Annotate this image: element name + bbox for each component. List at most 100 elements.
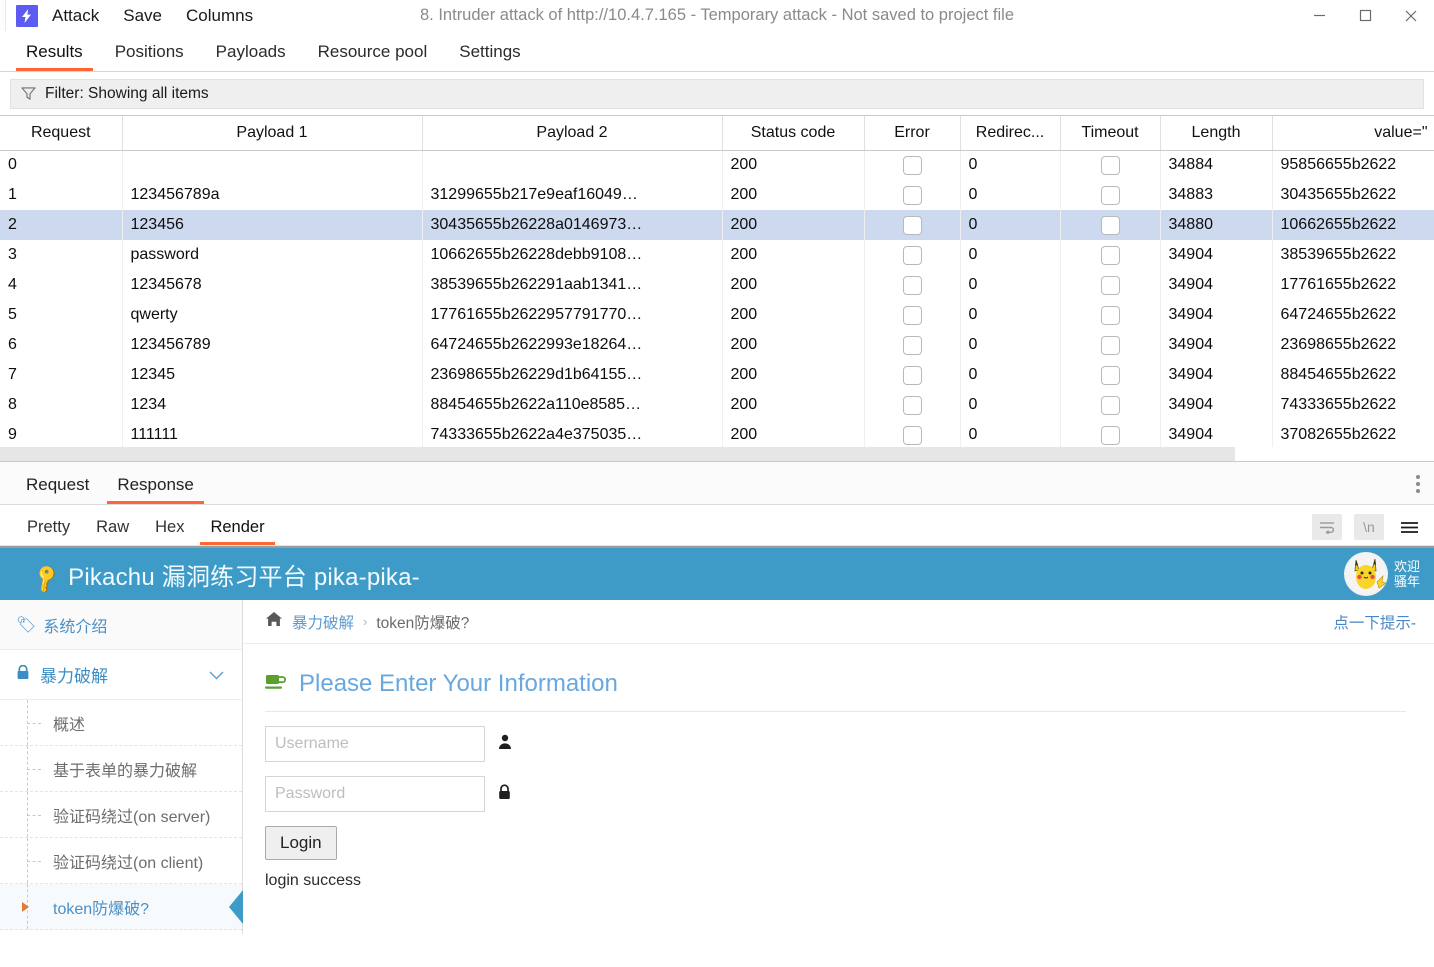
table-row[interactable]: 5 qwerty 17761655b2622957791770… 200 0 3… (0, 300, 1434, 330)
login-button[interactable]: Login (265, 826, 337, 860)
table-row[interactable]: 7 12345 23698655b26229d1b64155… 200 0 34… (0, 360, 1434, 390)
minimize-icon[interactable] (1296, 0, 1342, 31)
error-checkbox[interactable] (902, 305, 922, 325)
tab-render[interactable]: Render (197, 518, 277, 545)
sidebar-item-token-bruteforce[interactable]: token防爆破? (0, 884, 243, 930)
cell-request: 2 (0, 210, 123, 240)
cell-payload2: 31299655b217e9eaf16049… (422, 180, 723, 210)
error-checkbox[interactable] (902, 215, 922, 235)
scrollbar-thumb[interactable] (0, 447, 1235, 461)
cell-status: 200 (722, 390, 865, 420)
lock-icon (16, 664, 30, 684)
results-table: Request Payload 1 Payload 2 Status code … (0, 116, 1434, 450)
table-row[interactable]: 3 password 10662655b26228debb9108… 200 0… (0, 240, 1434, 270)
burp-lightning-icon (16, 4, 38, 27)
table-row[interactable]: 1 123456789a 31299655b217e9eaf16049… 200… (0, 180, 1434, 210)
error-checkbox[interactable] (902, 425, 922, 445)
error-checkbox[interactable] (902, 245, 922, 265)
cell-value: 37082655b2622 (1272, 420, 1434, 450)
menu-icon[interactable] (1396, 514, 1422, 540)
sidebar-group-bruteforce[interactable]: 暴力破解 (0, 650, 242, 700)
maximize-icon[interactable] (1342, 0, 1388, 31)
cell-payload1: 111111 (122, 420, 423, 450)
cell-redirect: 0 (960, 180, 1061, 210)
sidebar-item-captcha-server[interactable]: 验证码绕过(on server) (0, 792, 242, 838)
sidebar-item-captcha-client[interactable]: 验证码绕过(on client) (0, 838, 242, 884)
sidebar-item-gaishu[interactable]: 概述 (0, 700, 242, 746)
timeout-checkbox[interactable] (1100, 245, 1120, 265)
col-error[interactable]: Error (864, 116, 961, 151)
breadcrumb: 暴力破解 › token防爆破? 点一下提示- (243, 600, 1434, 644)
col-redirect[interactable]: Redirec... (960, 116, 1061, 151)
close-icon[interactable] (1388, 0, 1434, 31)
timeout-checkbox[interactable] (1100, 335, 1120, 355)
menu-columns[interactable]: Columns (186, 6, 253, 26)
table-row[interactable]: 9 111111 74333655b2622a4e375035… 200 0 3… (0, 420, 1434, 450)
col-value[interactable]: value=" (1272, 116, 1434, 151)
tab-request[interactable]: Request (12, 475, 103, 504)
cell-length: 34883 (1160, 180, 1273, 210)
col-timeout[interactable]: Timeout (1060, 116, 1161, 151)
timeout-checkbox[interactable] (1100, 395, 1120, 415)
login-form: Please Enter Your Information Login logi… (243, 644, 1434, 890)
word-wrap-icon[interactable] (1312, 514, 1342, 540)
table-row[interactable]: 6 123456789 64724655b2622993e18264… 200 … (0, 330, 1434, 360)
user-badge[interactable]: 欢迎 骚年 (1343, 551, 1420, 597)
tab-raw[interactable]: Raw (83, 518, 142, 545)
tree-dash (27, 814, 41, 816)
tab-pretty[interactable]: Pretty (14, 518, 83, 545)
sidebar-item-form-bruteforce[interactable]: 基于表单的暴力破解 (0, 746, 242, 792)
filter-bar[interactable]: Filter: Showing all items (10, 79, 1424, 109)
menu-attack[interactable]: Attack (52, 6, 99, 26)
tag-icon: 🏷 (16, 616, 37, 634)
timeout-checkbox[interactable] (1100, 305, 1120, 325)
tab-settings[interactable]: Settings (443, 42, 536, 71)
table-row-selected[interactable]: 2 123456 30435655b26228a0146973… 200 0 3… (0, 210, 1434, 240)
cell-redirect: 0 (960, 270, 1061, 300)
table-row[interactable]: 8 1234 88454655b2622a110e8585… 200 0 349… (0, 390, 1434, 420)
cell-payload2: 17761655b2622957791770… (422, 300, 723, 330)
form-title: Please Enter Your Information (265, 670, 1406, 712)
col-request[interactable]: Request (0, 116, 123, 151)
col-payload1[interactable]: Payload 1 (122, 116, 423, 151)
error-checkbox[interactable] (902, 185, 922, 205)
chevron-down-icon[interactable] (209, 667, 224, 683)
timeout-checkbox[interactable] (1100, 155, 1120, 175)
show-newlines-icon[interactable]: \n (1354, 514, 1384, 540)
timeout-checkbox[interactable] (1100, 425, 1120, 445)
site-title: 🔑 Pikachu 漏洞练习平台 pika-pika- (30, 557, 420, 594)
username-input[interactable] (265, 726, 485, 762)
home-icon[interactable] (265, 611, 283, 632)
more-options-icon[interactable] (1416, 472, 1420, 496)
timeout-checkbox[interactable] (1100, 185, 1120, 205)
cell-redirect: 0 (960, 360, 1061, 390)
tab-results[interactable]: Results (10, 42, 99, 71)
timeout-checkbox[interactable] (1100, 275, 1120, 295)
cell-length: 34880 (1160, 210, 1273, 240)
tab-payloads[interactable]: Payloads (200, 42, 302, 71)
error-checkbox[interactable] (902, 395, 922, 415)
password-input[interactable] (265, 776, 485, 812)
timeout-checkbox[interactable] (1100, 365, 1120, 385)
error-checkbox[interactable] (902, 275, 922, 295)
tab-hex[interactable]: Hex (142, 518, 197, 545)
col-payload2[interactable]: Payload 2 (422, 116, 723, 151)
tab-positions[interactable]: Positions (99, 42, 200, 71)
tab-resource-pool[interactable]: Resource pool (302, 42, 444, 71)
sidebar-item-intro[interactable]: 🏷 系统介绍 (0, 600, 242, 650)
error-checkbox[interactable] (902, 335, 922, 355)
col-length[interactable]: Length (1160, 116, 1273, 151)
breadcrumb-parent[interactable]: 暴力破解 (292, 611, 354, 633)
timeout-checkbox[interactable] (1100, 215, 1120, 235)
results-table-wrapper: Request Payload 1 Payload 2 Status code … (0, 115, 1434, 462)
table-row[interactable]: 0 200 0 34884 95856655b2622 (0, 150, 1434, 180)
error-checkbox[interactable] (902, 365, 922, 385)
table-row[interactable]: 4 12345678 38539655b262291aab1341… 200 0… (0, 270, 1434, 300)
error-checkbox[interactable] (902, 155, 922, 175)
col-status-code[interactable]: Status code (722, 116, 865, 151)
menu-save[interactable]: Save (123, 6, 162, 26)
window-menu[interactable]: Attack Save Columns (52, 6, 253, 26)
tab-response[interactable]: Response (103, 475, 208, 504)
hint-link[interactable]: 点一下提示- (1333, 611, 1416, 633)
table-horizontal-scrollbar[interactable] (0, 447, 1434, 461)
